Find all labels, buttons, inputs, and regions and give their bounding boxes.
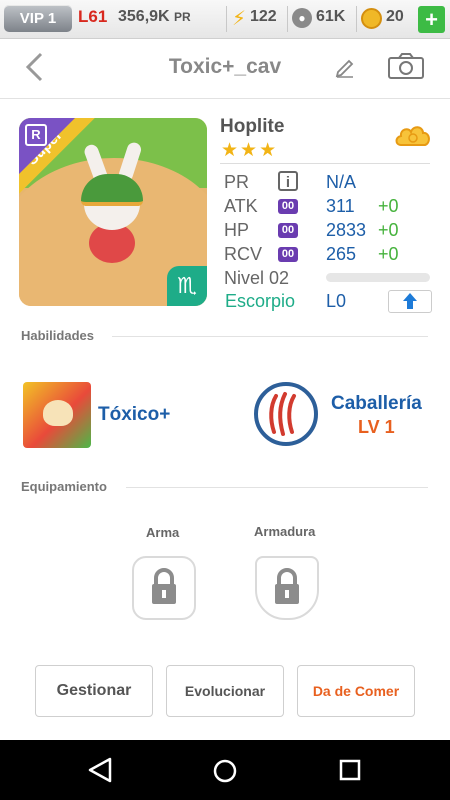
rarity-letter: R [25,124,47,146]
zodiac-sign-label: Escorpio [225,291,296,311]
nav-home-icon[interactable] [211,757,239,785]
rcv-value: 265 [326,244,357,264]
paw-icon: ● [292,8,312,28]
lock-icon [152,568,176,604]
weapon-slot[interactable] [132,556,196,620]
evolve-button[interactable]: Evolucionar [166,665,284,717]
atk-value: 311 [326,196,355,216]
add-currency-button[interactable]: + [418,6,445,33]
skill-active-name[interactable]: Tóxico+ [98,404,170,426]
page-header: Toxic+_cav [0,38,450,99]
info-icon[interactable]: i [278,171,298,191]
page-title: Toxic+_cav [168,55,282,78]
claw-icon[interactable] [254,382,318,446]
power-number: 356,9K [118,8,170,25]
vip-badge[interactable]: VIP 1 [4,5,72,32]
experience-bar [326,273,430,282]
section-divider [112,336,428,337]
arrow-up-icon [403,293,417,309]
claw-marks-icon [269,392,296,436]
rcv-bonus: +0 [378,244,399,264]
pr-value: N/A [326,172,357,192]
lightning-icon: ⚡ [232,8,247,30]
skull-icon [43,400,73,426]
weapon-label: Arma [146,525,180,540]
system-nav-bar [0,740,450,800]
divider [226,6,227,32]
divider [287,6,288,32]
nav-recents-icon[interactable] [338,758,362,782]
atk-badge: 00 [278,199,298,214]
manage-button[interactable]: Gestionar [35,665,153,717]
skill-toxic-icon[interactable] [23,382,91,448]
player-level: L61 [78,7,108,26]
camera-icon[interactable] [387,52,425,80]
hp-badge: 00 [278,223,298,238]
hp-value: 2833 [326,220,367,240]
stats-divider [220,163,430,164]
rcv-badge: 00 [278,247,298,262]
nav-back-icon[interactable] [86,757,114,783]
power-value: 356,9K PR [118,8,191,26]
zodiac-level: L0 [326,291,347,311]
coin-icon [361,8,382,29]
skill-passive-name[interactable]: Caballería [331,393,422,415]
lock-icon [275,568,299,604]
star-rating: ★★★ [221,140,279,161]
section-title-skills: Habilidades [21,328,94,343]
level-label: Nivel 02 [224,268,290,288]
hp-label: HP [224,220,250,240]
food-value: 61K [316,8,346,25]
feed-button[interactable]: Da de Comer [297,665,415,717]
status-bar: VIP 1 L61 356,9K PR ⚡ 122 ● 61K 20 + [0,0,450,39]
skill-passive-level: LV 1 [358,417,395,437]
armor-label: Armadura [254,524,316,539]
section-divider [126,487,428,488]
atk-label: ATK [224,196,258,216]
energy-value: 122 [250,8,277,25]
pr-label: PR [224,172,250,192]
power-unit: PR [174,10,191,24]
coin-value: 20 [386,8,404,25]
cloud-element-icon[interactable] [393,119,433,151]
atk-bonus: +0 [378,196,399,216]
creature-card[interactable]: Super R ♏ [19,118,207,306]
zodiac-badge: ♏ [167,266,207,306]
armor-slot[interactable] [255,556,319,620]
divider [356,6,357,32]
rcv-label: RCV [224,244,263,264]
creature-name: Hoplite [220,116,285,137]
edit-pencil-icon[interactable] [334,56,356,78]
hp-bonus: +0 [378,220,399,240]
zodiac-upgrade-button[interactable] [388,290,432,313]
section-title-equipment: Equipamiento [21,479,107,494]
